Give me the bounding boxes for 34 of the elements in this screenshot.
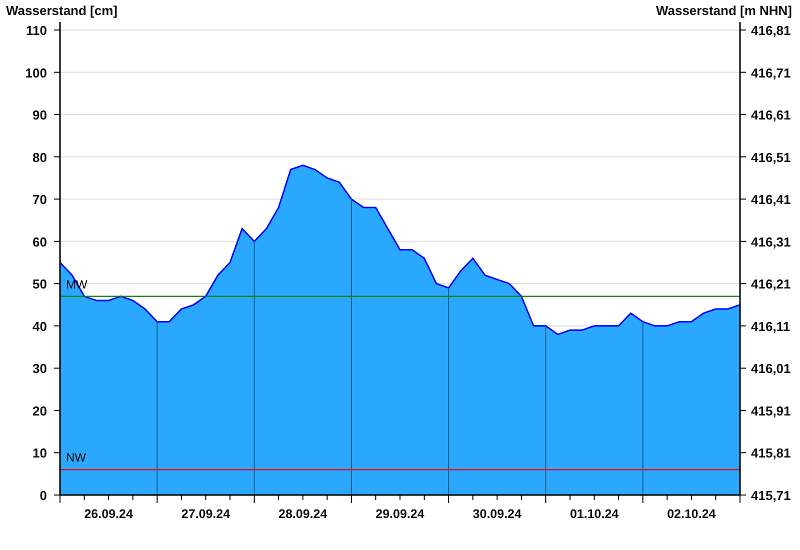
x-tick-label: 29.09.24 [376,507,424,521]
y-tick-label: 0 [40,488,47,503]
y-tick-label: 70 [32,192,47,208]
y-tick-label: 50 [32,276,47,292]
y-tick-label: 416,51 [751,150,791,165]
x-tick-label: 28.09.24 [278,507,328,521]
x-tick-label: 30.09.24 [472,507,522,521]
y-tick-label: 60 [32,234,47,250]
y-tick-label: 80 [32,150,47,165]
reference-label: NW [66,450,86,465]
left-axis-title: Wasserstand [cm] [6,3,118,18]
y-tick-label: 100 [25,65,47,80]
y-tick-label: 416,21 [751,276,791,292]
y-tick-label: 415,81 [751,446,791,461]
y-tick-label: 10 [32,446,47,461]
y-tick-label: 416,11 [751,318,790,334]
y-tick-label: 30 [32,361,47,376]
right-axis-title: Wasserstand [m NHN] [656,3,792,18]
y-tick-label: 416,81 [751,23,791,38]
y-tick-label: 416,01 [751,361,791,376]
y-tick-label: 416,31 [751,234,791,250]
x-tick-label: 01.10.24 [570,507,619,521]
y-tick-label: 40 [32,318,47,334]
y-tick-label: 416,71 [751,65,791,80]
y-tick-label: 415,71 [751,488,791,503]
y-tick-label: 416,41 [751,192,791,208]
y-tick-label: 110 [26,23,47,38]
y-tick-label: 416,61 [751,108,791,123]
y-tick-label: 415,91 [751,403,791,418]
y-tick-label: 90 [32,108,47,123]
y-tick-label: 20 [32,403,47,418]
x-tick-label: 02.10.24 [667,507,716,521]
x-tick-label: 27.09.24 [181,507,230,521]
x-tick-label: 26.09.24 [84,507,133,521]
